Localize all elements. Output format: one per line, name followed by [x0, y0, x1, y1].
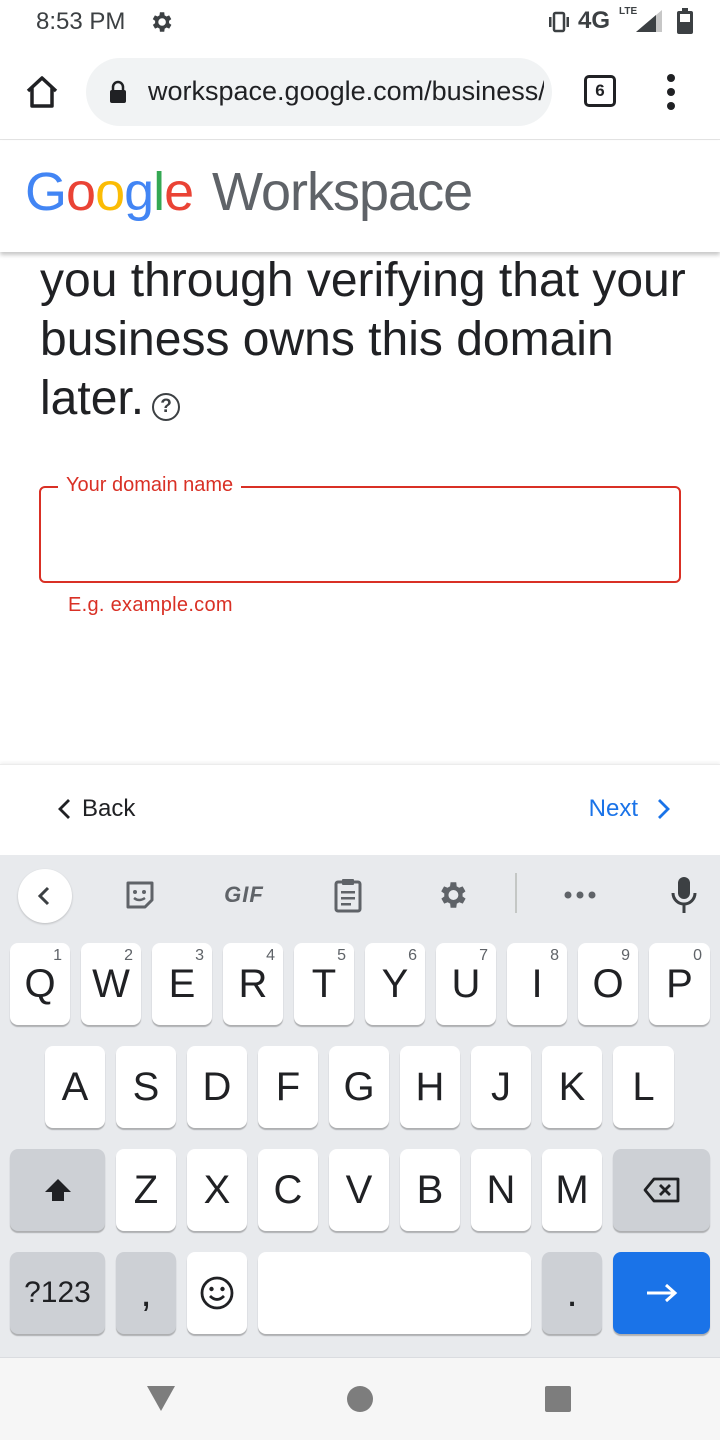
key-x[interactable]: X [187, 1149, 247, 1231]
nav-home-icon[interactable] [347, 1386, 373, 1412]
settings-icon[interactable] [430, 869, 474, 921]
address-bar[interactable]: workspace.google.com/business/signup [86, 58, 552, 126]
signal-icon [636, 10, 662, 32]
key-d[interactable]: D [187, 1046, 247, 1128]
key-w[interactable]: W2 [81, 943, 141, 1025]
emoji-key[interactable] [187, 1252, 247, 1334]
key-o[interactable]: O9 [578, 943, 638, 1025]
form-navigation: Back Next [0, 764, 720, 855]
keyboard-toolbar: GIF [0, 855, 720, 935]
domain-field-label: Your domain name [58, 474, 242, 497]
next-button[interactable]: Next [589, 795, 672, 823]
key-p[interactable]: P0 [649, 943, 710, 1025]
home-icon[interactable] [22, 72, 62, 112]
shift-key[interactable] [10, 1149, 105, 1231]
back-label: Back [82, 795, 136, 822]
key-k[interactable]: K [542, 1046, 602, 1128]
key-m[interactable]: M [542, 1149, 602, 1231]
gear-icon [152, 12, 172, 32]
key-b[interactable]: B [400, 1149, 460, 1231]
vibrate-icon [549, 11, 569, 33]
battery-icon [677, 8, 693, 34]
emoji-icon [200, 1276, 234, 1310]
key-s[interactable]: S [116, 1046, 176, 1128]
key-n[interactable]: N [471, 1149, 531, 1231]
key-i[interactable]: I8 [507, 943, 567, 1025]
back-button[interactable]: Back [56, 795, 135, 823]
network-type: 4G [578, 7, 611, 34]
backspace-key[interactable] [613, 1149, 710, 1231]
key-h[interactable]: H [400, 1046, 460, 1128]
key-u[interactable]: U7 [436, 943, 496, 1025]
chevron-left-icon [58, 799, 70, 819]
help-icon[interactable]: ? [152, 393, 181, 421]
key-v[interactable]: V [329, 1149, 389, 1231]
key-z[interactable]: Z [116, 1149, 176, 1231]
collapse-icon[interactable] [18, 869, 72, 923]
sticker-icon[interactable] [118, 869, 162, 921]
symbols-key[interactable]: ?123 [10, 1252, 105, 1334]
status-bar: 8:53 PM 4G LTE [0, 0, 720, 46]
key-l[interactable]: L [613, 1046, 674, 1128]
gif-button[interactable]: GIF [218, 869, 270, 921]
mic-icon[interactable] [662, 869, 706, 921]
onscreen-keyboard: GIF Q 1 W 2 E 3 R 4 T 5 Y 6 U 7 I 8 O 9 … [0, 855, 720, 1357]
domain-input[interactable] [55, 508, 665, 560]
chevron-right-icon [658, 799, 670, 819]
main-content: info@example.com. We'll walk you through… [0, 252, 720, 764]
period-key[interactable]: . [542, 1252, 602, 1334]
status-time: 8:53 PM [36, 8, 126, 35]
key-t[interactable]: T5 [294, 943, 354, 1025]
domain-description: info@example.com. We'll walk you through… [40, 254, 686, 425]
key-a[interactable]: A [45, 1046, 105, 1128]
go-key[interactable] [613, 1252, 710, 1334]
key-g[interactable]: G [329, 1046, 389, 1128]
more-vert-icon[interactable] [660, 70, 682, 114]
domain-field[interactable] [39, 486, 681, 583]
arrow-right-icon [646, 1283, 677, 1303]
key-j[interactable]: J [471, 1046, 531, 1128]
nav-back-icon[interactable] [146, 1384, 176, 1412]
space-key[interactable] [258, 1252, 531, 1334]
browser-toolbar: workspace.google.com/business/signup 6 [0, 46, 720, 140]
toolbar-divider [515, 873, 517, 913]
system-navigation-bar [0, 1357, 720, 1440]
shift-icon [44, 1179, 71, 1201]
key-q[interactable]: Q1 [10, 943, 70, 1025]
comma-key[interactable]: , [116, 1252, 176, 1334]
tab-switcher-button[interactable]: 6 [584, 75, 616, 107]
nav-recents-icon[interactable] [545, 1386, 571, 1412]
key-f[interactable]: F [258, 1046, 318, 1128]
key-y[interactable]: Y6 [365, 943, 425, 1025]
lock-icon [110, 80, 126, 103]
clipboard-icon[interactable] [326, 869, 370, 921]
domain-field-hint: E.g. example.com [68, 594, 233, 616]
backspace-icon [643, 1177, 679, 1203]
site-header: Google Workspace [0, 141, 720, 252]
url-text: workspace.google.com/business/signup [148, 76, 544, 106]
product-name: Workspace [212, 162, 473, 222]
key-e[interactable]: E3 [152, 943, 212, 1025]
key-r[interactable]: R4 [223, 943, 283, 1025]
google-logo[interactable]: Google [25, 161, 194, 223]
key-c[interactable]: C [258, 1149, 318, 1231]
more-icon[interactable] [558, 869, 602, 921]
next-label: Next [588, 795, 638, 822]
